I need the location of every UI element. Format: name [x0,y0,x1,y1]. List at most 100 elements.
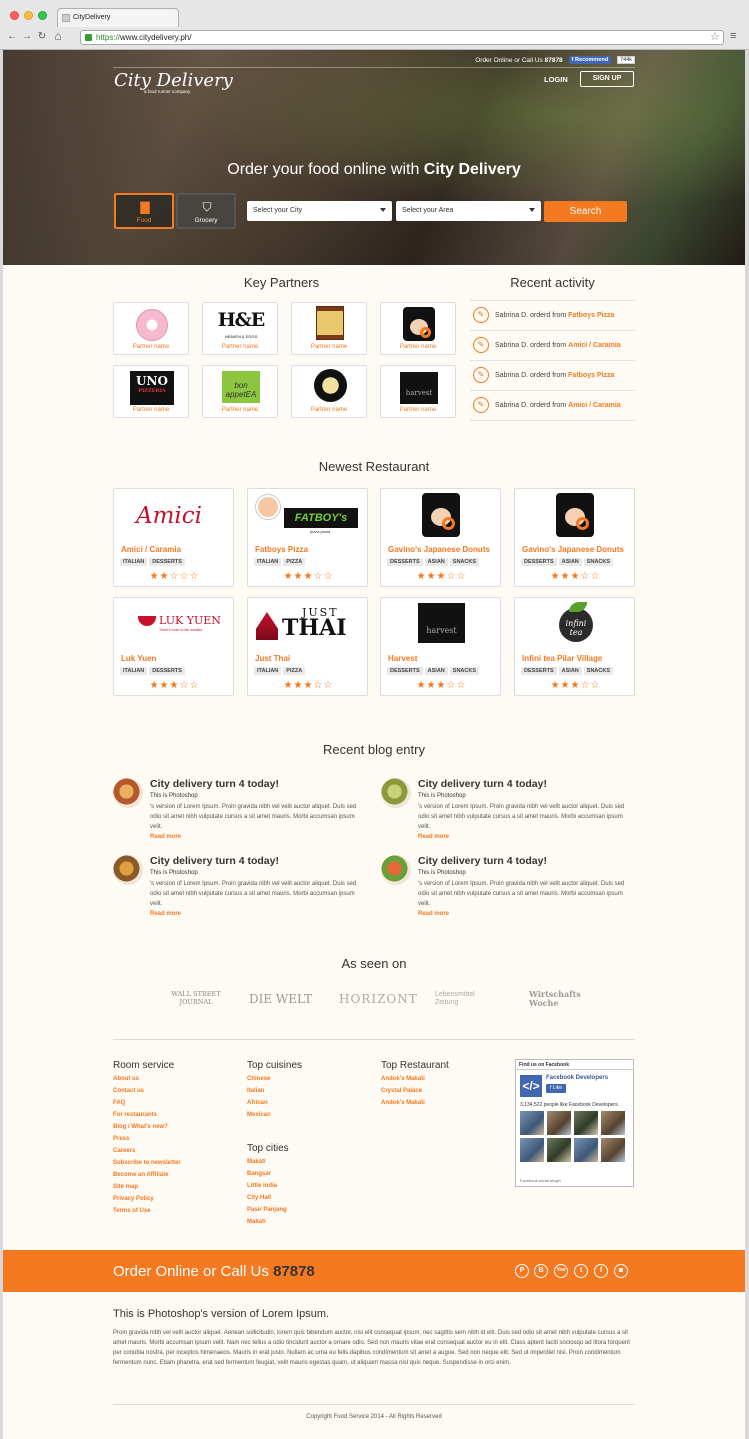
read-more-link[interactable]: Read more [150,834,181,840]
blog-entry[interactable]: City delivery turn 4 today! This is Phot… [113,855,363,925]
avatar[interactable] [601,1111,625,1135]
footer-link[interactable]: Andok's Makati [381,1076,501,1082]
login-link[interactable]: LOGIN [544,75,568,84]
partner-card[interactable]: Partner name [291,302,367,355]
avatar[interactable] [574,1111,598,1135]
partner-card[interactable]: Partner name [380,302,456,355]
address-bar[interactable]: https://www.citydelivery.ph/ [80,30,724,45]
avatar[interactable] [601,1138,625,1162]
restaurant-card[interactable]: Amici Amici / Caramia ITALIAN DESSERTS ★★… [113,488,234,587]
area-select[interactable]: Select your Area [396,201,541,221]
restaurant-card[interactable]: JUST THAI Just Thai ITALIAN PIZZA ★★★☆☆ [247,597,368,696]
footer-link[interactable]: Makati [247,1159,367,1165]
food-bag-icon: ✎ [473,397,489,413]
home-icon[interactable]: ⌂ [52,30,64,42]
city-select[interactable]: Select your City [247,201,392,221]
footer-link[interactable]: Subscribe to newsletter [113,1160,233,1166]
footer-link[interactable]: African [247,1100,367,1106]
footer-link[interactable]: Mexican [247,1112,367,1118]
close-window-icon[interactable] [10,11,19,20]
activity-item[interactable]: ✎ Sabrina D. orderd from Fatboys Pizza [470,361,635,391]
restaurant-card[interactable]: LUK YUEN There's more to fall noodles Lu… [113,597,234,696]
footer-link[interactable]: Privacy Policy [113,1196,233,1202]
blogger-icon[interactable]: B [534,1264,548,1278]
footer-link[interactable]: Bangsar [247,1171,367,1177]
favicon-icon [62,14,70,22]
fb-like-button[interactable]: f Like [546,1084,566,1093]
footer-link[interactable]: Makati [247,1219,367,1225]
footer-link[interactable]: Blog / What's new? [113,1124,233,1130]
blog-entry[interactable]: City delivery turn 4 today! This is Phot… [381,855,631,925]
restaurant-card[interactable]: Gavino's Japanese Donuts DESSERTS ASIAN SN… [514,488,635,587]
menu-icon[interactable]: ≡ [730,30,736,42]
reload-icon[interactable]: ↻ [36,31,48,43]
footer-link[interactable]: Little india [247,1183,367,1189]
read-more-link[interactable]: Read more [150,911,181,917]
avatar[interactable] [574,1138,598,1162]
footer-link[interactable]: Press [113,1136,233,1142]
browser-tab[interactable]: CityDelivery [57,8,179,27]
fb-page-avatar[interactable]: </> [520,1075,542,1097]
footer-link[interactable]: Italian [247,1088,367,1094]
instagram-icon[interactable]: ◙ [614,1264,628,1278]
footer-link[interactable]: About us [113,1076,233,1082]
logo[interactable]: City Delivery a food runner company [114,70,233,94]
footer-link[interactable]: FAQ [113,1100,233,1106]
footer-link[interactable]: Become an Affiliate [113,1172,233,1178]
blog-excerpt: 's version of Lorem Ipsum. Proin gravida… [418,881,625,907]
activity-item[interactable]: ✎ Sabrina D. orderd from Amici / Caramia [470,331,635,361]
partner-card[interactable]: Partner name [113,302,189,355]
partner-card[interactable]: bon appetEA Partner name [202,365,278,418]
youtube-icon[interactable]: You [554,1264,568,1278]
footer-link[interactable]: Chinese [247,1076,367,1082]
footer-link[interactable]: Terms of Use [113,1208,233,1214]
partner-card[interactable]: harvest Partner name [380,365,456,418]
blog-title[interactable]: City delivery turn 4 today! [150,855,279,867]
search-button[interactable]: Search [544,201,627,222]
blog-excerpt: 's version of Lorem Ipsum. Proin gravida… [150,881,357,907]
signup-button[interactable]: SIGN UP [580,71,634,87]
footer-link[interactable]: Andok's Makati [381,1100,501,1106]
avatar[interactable] [547,1111,571,1135]
rating-stars: ★★★☆☆ [416,571,467,582]
restaurant-logo: JUST THAI [248,598,369,653]
blog-title[interactable]: City delivery turn 4 today! [150,778,279,790]
partner-card[interactable]: UNO PIZZERIA Partner name [113,365,189,418]
footer-link[interactable]: Crystal Palace [381,1088,501,1094]
blog-title[interactable]: City delivery turn 4 today! [418,778,547,790]
activity-item[interactable]: ✎ Sabrina D. orderd from Fatboys Pizza [470,301,635,331]
fb-recommend-button[interactable]: f Recommend [568,56,612,64]
facebook-icon[interactable]: f [594,1264,608,1278]
footer-link[interactable]: Pasir Panjang [247,1207,367,1213]
read-more-link[interactable]: Read more [418,911,449,917]
maximize-window-icon[interactable] [38,11,47,20]
bookmark-star-icon[interactable]: ☆ [710,30,720,43]
footer-link[interactable]: Careers [113,1148,233,1154]
restaurant-card[interactable]: infini tea Infini tea Pilar Village DESS… [514,597,635,696]
restaurant-card[interactable]: FATBOY's pizza pasta Fatboys Pizza ITALI… [247,488,368,587]
twitter-icon[interactable]: t [574,1264,588,1278]
fb-page-name[interactable]: Facebook Developers [546,1075,608,1081]
minimize-window-icon[interactable] [24,11,33,20]
restaurant-card[interactable]: Gavino's Japanese Donuts DESSERTS ASIAN SN… [380,488,501,587]
footer-link[interactable]: For restaurants [113,1112,233,1118]
category-food-button[interactable]: ▇ Food [114,193,174,229]
pinterest-icon[interactable]: P [515,1264,529,1278]
avatar[interactable] [520,1138,544,1162]
blog-title[interactable]: City delivery turn 4 today! [418,855,547,867]
restaurant-card[interactable]: harvest Harvest DESSERTS ASIAN SNACKS ★★★☆… [380,597,501,696]
footer-link[interactable]: Site map [113,1184,233,1190]
footer-link[interactable]: Contact us [113,1088,233,1094]
footer-link[interactable]: City Hall [247,1195,367,1201]
avatar[interactable] [547,1138,571,1162]
partner-card[interactable]: Partner name [291,365,367,418]
blog-entry[interactable]: City delivery turn 4 today! This is Phot… [113,778,363,848]
activity-item[interactable]: ✎ Sabrina D. orderd from Amici / Caramia [470,391,635,421]
category-grocery-button[interactable]: ⛉ Grocery [176,193,236,229]
read-more-link[interactable]: Read more [418,834,449,840]
blog-entry[interactable]: City delivery turn 4 today! This is Phot… [381,778,631,848]
forward-arrow-icon[interactable]: → [21,31,33,43]
back-arrow-icon[interactable]: ← [6,31,18,43]
partner-card[interactable]: H&E HEAVEN & EGGS Partner name [202,302,278,355]
avatar[interactable] [520,1111,544,1135]
